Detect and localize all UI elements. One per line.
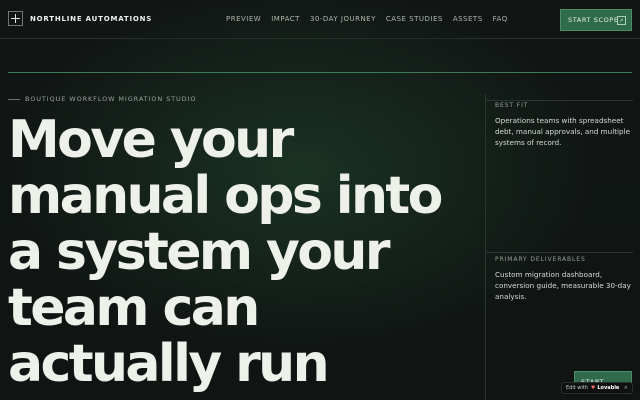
nav-item-assets[interactable]: ASSETS	[453, 15, 483, 23]
hero-headline: Move your manual ops into a system your …	[8, 110, 443, 394]
eyebrow-dash	[8, 98, 20, 100]
brand[interactable]: NORTHLINE AUTOMATIONS	[8, 11, 152, 26]
deliverables-card: PRIMARY DELIVERABLES Custom migration da…	[486, 252, 635, 302]
heart-icon: ♥	[590, 385, 596, 391]
top-header: NORTHLINE AUTOMATIONS PREVIEW IMPACT 30-…	[0, 0, 640, 39]
best-fit-label: BEST FIT	[495, 102, 529, 109]
badge-brand: Lovable	[597, 385, 620, 391]
lovable-badge[interactable]: Edit with ♥ Lovable ×	[561, 382, 633, 394]
side-column: BEST FIT Operations teams with spreadshe…	[485, 94, 635, 400]
plus-grid-icon	[8, 11, 23, 26]
nav-item-impact[interactable]: IMPACT	[271, 15, 300, 23]
start-scope-label: START SCOPE	[568, 16, 619, 24]
deliverables-label: PRIMARY DELIVERABLES	[495, 256, 586, 263]
nav-item-faq[interactable]: FAQ	[493, 15, 508, 23]
close-icon[interactable]: ×	[624, 385, 628, 391]
deliverables-text: Custom migration dashboard, conversion g…	[495, 270, 631, 301]
eyebrow-text: BOUTIQUE WORKFLOW MIGRATION STUDIO	[25, 95, 197, 103]
arrow-up-right-icon: ↗	[617, 16, 626, 25]
nav-item-case-studies[interactable]: CASE STUDIES	[386, 15, 443, 23]
best-fit-card: BEST FIT Operations teams with spreadshe…	[486, 100, 635, 148]
best-fit-text: Operations teams with spreadsheet debt, …	[495, 116, 630, 147]
badge-prefix: Edit with	[566, 385, 588, 391]
nav-item-preview[interactable]: PREVIEW	[226, 15, 261, 23]
nav-item-journey[interactable]: 30-DAY JOURNEY	[310, 15, 376, 23]
start-scope-button[interactable]: START SCOPE ↗	[560, 9, 632, 31]
brand-name: NORTHLINE AUTOMATIONS	[30, 14, 153, 23]
main-nav: PREVIEW IMPACT 30-DAY JOURNEY CASE STUDI…	[226, 15, 518, 23]
card-divider	[486, 252, 633, 253]
card-divider	[486, 100, 633, 101]
accent-divider	[8, 72, 632, 73]
hero-eyebrow: BOUTIQUE WORKFLOW MIGRATION STUDIO	[8, 95, 196, 103]
